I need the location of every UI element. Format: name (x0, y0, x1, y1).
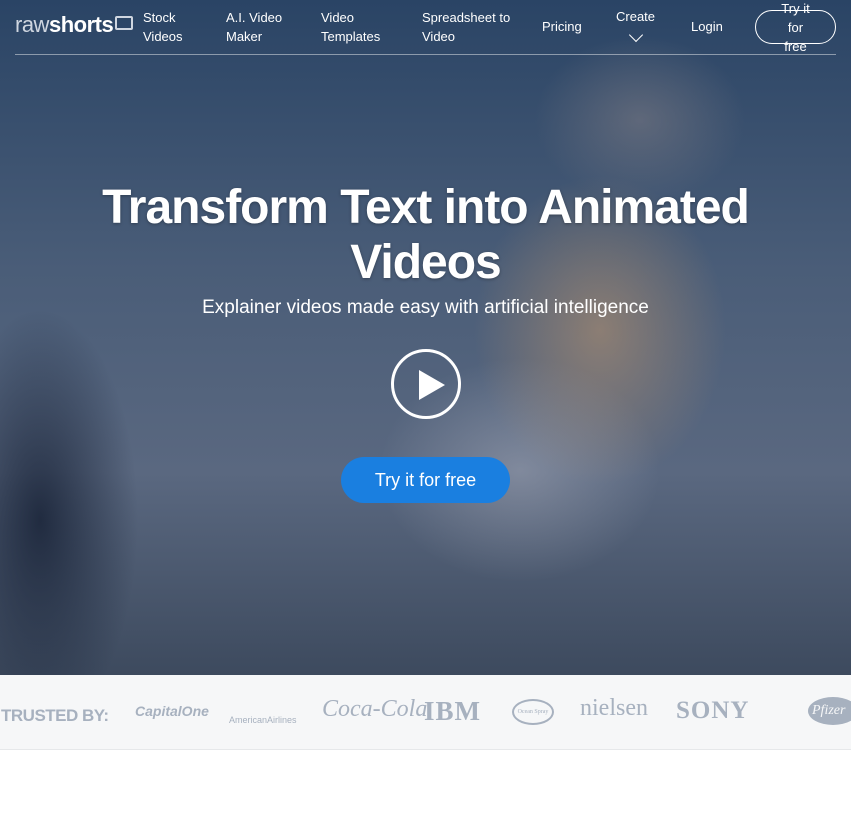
trusted-by-bar: TRUSTED BY: CapitalOne AmericanAirlines … (0, 675, 851, 750)
trusted-by-label: TRUSTED BY: (1, 706, 109, 725)
hero-section: rawshorts Stock Videos A.I. Video Maker … (0, 0, 851, 675)
hero-subtitle: Explainer videos made easy with artifici… (202, 297, 649, 318)
chevron-down-icon (628, 27, 643, 43)
nav-login[interactable]: Login (691, 17, 723, 36)
logo-coca-cola: Coca-Cola (322, 696, 428, 722)
logo-play-icon (115, 16, 134, 30)
logo-nielsen: nielsen (580, 695, 648, 721)
nav-spreadsheet-to-video[interactable]: Spreadsheet to Video (422, 8, 512, 46)
nav-ai-video-maker[interactable]: A.I. Video Maker (226, 8, 296, 46)
logo[interactable]: rawshorts (15, 12, 134, 38)
hero-title: Transform Text into Animated Videos (102, 181, 750, 289)
nav-create[interactable]: Create (616, 7, 655, 45)
logo-pfizer: Pfizer (808, 697, 851, 725)
nav-try-free-button[interactable]: Try it for free (755, 1, 836, 54)
logo-capitalone: CapitalOne (135, 703, 209, 719)
play-video-button[interactable] (391, 349, 461, 419)
logo-ocean-spray: Ocean Spray (512, 699, 554, 725)
nav-pricing[interactable]: Pricing (542, 17, 582, 36)
logo-sony: SONY (676, 697, 750, 724)
logo-american-airlines: AmericanAirlines (229, 715, 297, 725)
top-nav: rawshorts Stock Videos A.I. Video Maker … (15, 0, 836, 55)
nav-video-templates[interactable]: Video Templates (321, 8, 396, 46)
try-free-button[interactable]: Try it for free (341, 457, 510, 503)
logo-ibm: IBM (424, 696, 481, 726)
nav-stock-videos[interactable]: Stock Videos (143, 8, 203, 46)
